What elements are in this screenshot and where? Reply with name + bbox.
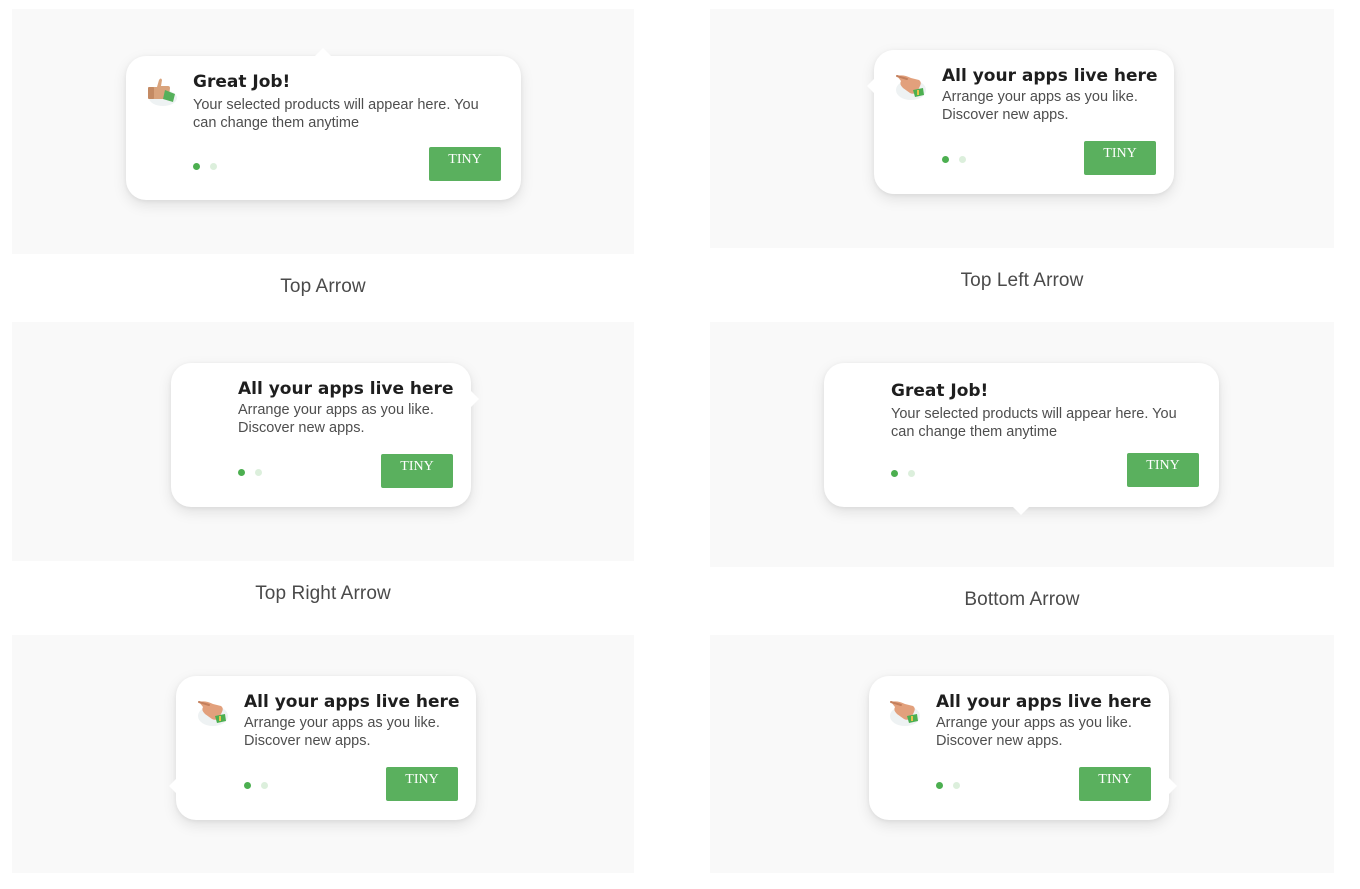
caption-top-arrow: Top Arrow bbox=[280, 276, 366, 297]
body-line-1: Arrange your apps as you like. bbox=[238, 402, 434, 418]
page-dot-inactive[interactable] bbox=[261, 782, 268, 789]
tooltip-body: Your selected products will appear here.… bbox=[193, 96, 503, 132]
page-dot-active[interactable] bbox=[891, 470, 898, 477]
demo-panel-top-right-arrow: All your apps live here Arrange your app… bbox=[12, 322, 634, 561]
pointing-hand-icon bbox=[887, 694, 921, 728]
tooltip-card: All your apps live here Arrange your app… bbox=[867, 50, 1174, 194]
tooltip-arrow bbox=[314, 48, 332, 57]
tiny-button[interactable]: TINY bbox=[381, 454, 453, 488]
body-line-2: Discover new apps. bbox=[238, 420, 365, 436]
tooltip-title: All your apps live here bbox=[936, 692, 1152, 712]
pointing-hand-icon bbox=[195, 694, 229, 728]
thumbs-up-icon bbox=[145, 74, 179, 108]
page-dot-inactive[interactable] bbox=[959, 156, 966, 163]
demo-panel-bottom-arrow: Great Job! Your selected products will a… bbox=[710, 322, 1334, 567]
caption-top-left-arrow: Top Left Arrow bbox=[960, 270, 1084, 291]
body-line-2: Discover new apps. bbox=[244, 733, 371, 749]
tooltip-title: All your apps live here bbox=[942, 66, 1158, 86]
body-line-2: Discover new apps. bbox=[942, 107, 1069, 123]
page-dot-active[interactable] bbox=[193, 163, 200, 170]
tiny-button[interactable]: TINY bbox=[1084, 141, 1156, 175]
tooltip-body: Arrange your apps as you like. Discover … bbox=[936, 714, 1156, 750]
page-dot-inactive[interactable] bbox=[210, 163, 217, 170]
tooltip-card: All your apps live here Arrange your app… bbox=[171, 363, 479, 507]
page-dot-active[interactable] bbox=[238, 469, 245, 476]
tooltip-body: Arrange your apps as you like. Discover … bbox=[942, 88, 1162, 124]
demo-panel-top-arrow: Great Job! Your selected products will a… bbox=[12, 9, 634, 254]
body-line-2: Discover new apps. bbox=[936, 733, 1063, 749]
tooltip-card: Great Job! Your selected products will a… bbox=[824, 363, 1219, 515]
caption-bottom-arrow: Bottom Arrow bbox=[964, 589, 1080, 610]
body-line-1: Arrange your apps as you like. bbox=[244, 715, 440, 731]
page-dot-inactive[interactable] bbox=[908, 470, 915, 477]
body-line-1: Your selected products will appear here.… bbox=[193, 97, 479, 113]
page-dot-inactive[interactable] bbox=[255, 469, 262, 476]
tooltip-body: Arrange your apps as you like. Discover … bbox=[244, 714, 464, 750]
tooltip-body: Your selected products will appear here.… bbox=[891, 405, 1201, 441]
page-dot-active[interactable] bbox=[942, 156, 949, 163]
tiny-button[interactable]: TINY bbox=[386, 767, 458, 801]
demo-panel-bottom-right-arrow: All your apps live here Arrange your app… bbox=[710, 635, 1334, 873]
body-line-1: Arrange your apps as you like. bbox=[936, 715, 1132, 731]
tooltip-arrow bbox=[867, 78, 875, 94]
demo-panel-bottom-left-arrow: All your apps live here Arrange your app… bbox=[12, 635, 634, 873]
tiny-button[interactable]: TINY bbox=[1127, 453, 1199, 487]
body-line-1: Arrange your apps as you like. bbox=[942, 89, 1138, 105]
tooltip-arrow bbox=[1169, 778, 1177, 794]
tooltip-title: Great Job! bbox=[891, 381, 989, 401]
body-line-1: Your selected products will appear here.… bbox=[891, 406, 1177, 422]
tiny-button[interactable]: TINY bbox=[429, 147, 501, 181]
page-dot-inactive[interactable] bbox=[953, 782, 960, 789]
tooltip-title: Great Job! bbox=[193, 72, 291, 92]
body-line-2: can change them anytime bbox=[193, 115, 360, 131]
tooltip-arrow bbox=[169, 778, 177, 794]
body-line-2: can change them anytime bbox=[891, 424, 1058, 440]
tiny-button[interactable]: TINY bbox=[1079, 767, 1151, 801]
tooltip-arrow bbox=[471, 391, 479, 407]
page-dot-active[interactable] bbox=[244, 782, 251, 789]
tooltip-card: All your apps live here Arrange your app… bbox=[869, 676, 1177, 820]
page-dot-active[interactable] bbox=[936, 782, 943, 789]
caption-top-right-arrow: Top Right Arrow bbox=[255, 583, 391, 604]
pointing-hand-icon bbox=[893, 68, 927, 102]
tooltip-arrow bbox=[1012, 506, 1030, 515]
tooltip-title: All your apps live here bbox=[244, 692, 460, 712]
tooltip-card: Great Job! Your selected products will a… bbox=[126, 48, 521, 200]
demo-panel-top-left-arrow: All your apps live here Arrange your app… bbox=[710, 9, 1334, 248]
tooltip-card: All your apps live here Arrange your app… bbox=[169, 676, 476, 820]
tooltip-body: Arrange your apps as you like. Discover … bbox=[238, 401, 458, 437]
tooltip-title: All your apps live here bbox=[238, 379, 454, 399]
